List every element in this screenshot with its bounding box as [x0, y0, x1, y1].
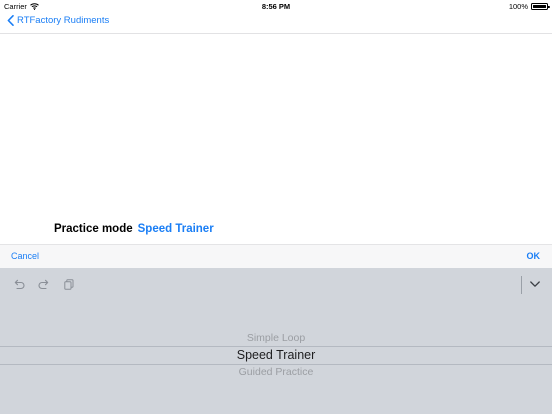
- practice-mode-row: Practice mode Speed Trainer: [54, 223, 214, 235]
- picker-option-guided-practice[interactable]: Guided Practice: [0, 366, 552, 378]
- cancel-button[interactable]: Cancel: [11, 251, 39, 261]
- back-button-label: RTFactory Rudiments: [17, 15, 110, 26]
- screen: Carrier 8:56 PM 100% RTFactory Rudiments…: [0, 0, 552, 414]
- dismiss-divider: [521, 276, 522, 294]
- chevron-down-icon[interactable]: [528, 277, 542, 291]
- battery-percent: 100%: [508, 2, 528, 11]
- paste-icon[interactable]: [62, 277, 76, 291]
- content-area: Practice mode Speed Trainer: [0, 34, 552, 244]
- status-time: 8:56 PM: [261, 1, 291, 11]
- picker-selection-line-bottom: [0, 364, 552, 365]
- shortcut-bar: [0, 268, 552, 300]
- battery-fill: [533, 5, 546, 8]
- practice-mode-value[interactable]: Speed Trainer: [138, 223, 214, 235]
- picker-selection-line-top: [0, 346, 552, 347]
- status-bar: Carrier 8:56 PM 100%: [0, 0, 552, 12]
- picker-option-simple-loop[interactable]: Simple Loop: [0, 332, 552, 344]
- redo-icon[interactable]: [37, 277, 51, 291]
- undo-icon[interactable]: [12, 277, 26, 291]
- picker-toolbar: Cancel OK: [0, 244, 552, 268]
- navigation-bar: RTFactory Rudiments: [0, 12, 552, 34]
- practice-mode-label: Practice mode: [54, 223, 133, 235]
- battery-icon: [531, 3, 550, 10]
- input-view: Simple Loop Speed Trainer Guided Practic…: [0, 268, 552, 414]
- back-button[interactable]: RTFactory Rudiments: [7, 15, 109, 26]
- chevron-left-icon: [7, 15, 14, 26]
- status-right: 100%: [508, 2, 550, 11]
- battery-tip: [548, 5, 550, 8]
- mode-picker[interactable]: Simple Loop Speed Trainer Guided Practic…: [0, 300, 552, 414]
- picker-option-speed-trainer[interactable]: Speed Trainer: [0, 348, 552, 362]
- ok-button[interactable]: OK: [527, 251, 541, 261]
